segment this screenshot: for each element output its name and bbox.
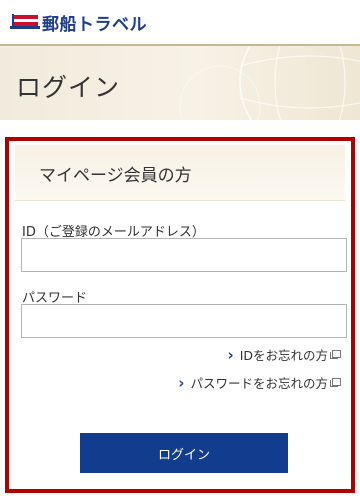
external-window-icon (330, 378, 341, 387)
flag-logo-icon (10, 12, 40, 32)
site-logo[interactable]: 郵船トラベル (10, 10, 147, 35)
panel-header: マイページ会員の方 (15, 145, 345, 201)
site-header: 郵船トラベル (0, 0, 360, 44)
chevron-right-icon: › (178, 373, 185, 392)
login-button[interactable]: ログイン (80, 433, 288, 473)
brand-name: 郵船トラベル (42, 14, 147, 35)
password-input[interactable] (21, 304, 347, 338)
forgot-id-link[interactable]: › IDをお忘れの方 (228, 345, 341, 364)
forgot-password-label: パスワードをお忘れの方 (190, 376, 328, 391)
section-title: マイページ会員の方 (39, 166, 192, 186)
page-banner: ログイン (0, 44, 360, 120)
chevron-right-icon: › (227, 345, 234, 364)
forgot-id-label: IDをお忘れの方 (239, 348, 328, 363)
id-email-input[interactable] (21, 238, 347, 272)
member-login-panel: マイページ会員の方 ID（ご登録のメールアドレス） パスワード › IDをお忘れ… (5, 137, 355, 493)
page-title: ログイン (16, 73, 121, 102)
external-window-icon (330, 350, 341, 359)
globe-decoration (179, 46, 360, 120)
forgot-password-link[interactable]: › パスワードをお忘れの方 (178, 373, 341, 392)
